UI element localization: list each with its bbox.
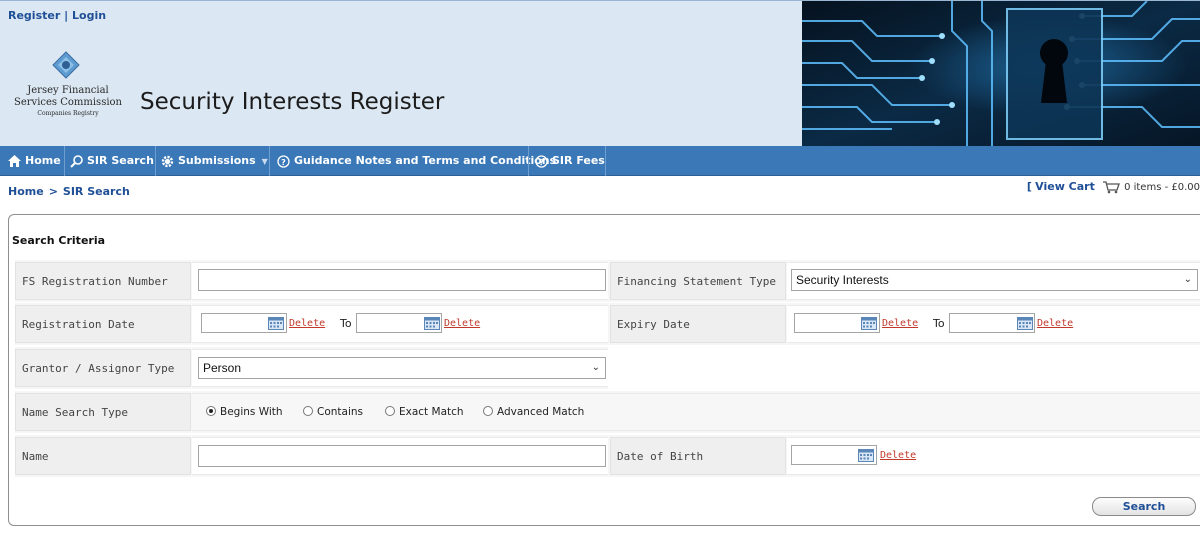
form-row-name-search-type: Name Search Type Begins With Contains Ex…: [15, 391, 1200, 433]
registration-date-label: Registration Date: [15, 305, 191, 343]
grantor-assignor-type-value: Person: [203, 361, 242, 375]
radio-button[interactable]: [385, 406, 395, 416]
nav-divider: [269, 146, 270, 176]
svg-text:?: ?: [539, 158, 544, 167]
financing-statement-type-select[interactable]: Security Interests ⌄: [791, 269, 1198, 291]
radio-advanced-match-label: Advanced Match: [497, 406, 585, 418]
calendar-icon[interactable]: [268, 317, 284, 330]
gear-icon: [161, 155, 174, 167]
expiry-date-to-label: To: [933, 317, 945, 330]
breadcrumb-home[interactable]: Home: [8, 185, 44, 198]
nav-home[interactable]: Home: [8, 146, 61, 176]
page-title: Security Interests Register: [140, 89, 445, 115]
login-link[interactable]: Login: [72, 9, 106, 22]
auth-links: Register | Login: [8, 9, 106, 22]
cart-summary: [ View Cart 0 items - £0.00: [1027, 180, 1200, 194]
help-icon: ?: [277, 154, 290, 168]
name-input[interactable]: [198, 445, 606, 467]
grantor-assignor-type-label: Grantor / Assignor Type: [15, 349, 191, 387]
calendar-icon[interactable]: [861, 317, 877, 330]
breadcrumb-separator: >: [48, 185, 58, 198]
chevron-down-icon: ⌄: [1183, 274, 1192, 285]
financing-statement-type-value: Security Interests: [796, 273, 889, 287]
fs-registration-number-input[interactable]: [198, 269, 606, 291]
expiry-date-label: Expiry Date: [610, 305, 786, 343]
calendar-icon[interactable]: [858, 449, 874, 462]
logo-text-line3: Companies Registry: [37, 110, 99, 117]
nav-submissions-label: Submissions: [178, 154, 256, 167]
nav-divider: [64, 146, 65, 176]
logo-text-line1: Jersey Financial: [27, 85, 109, 96]
shopping-cart-icon[interactable]: [1102, 180, 1120, 194]
radio-contains[interactable]: Contains: [303, 406, 363, 418]
nav-home-label: Home: [25, 154, 61, 167]
nav-sir-search-label: SIR Search: [87, 154, 154, 167]
registration-date-from-delete-link[interactable]: Delete: [289, 318, 325, 329]
jfsc-emblem-icon: [52, 51, 80, 79]
home-icon: [8, 155, 21, 167]
expiry-date-from-delete-link[interactable]: Delete: [882, 318, 918, 329]
main-nav: Home SIR Search Submissions ▼ ? Guidance …: [0, 146, 1200, 176]
breadcrumb: Home > SIR Search: [8, 185, 130, 198]
help-icon: ?: [535, 154, 548, 168]
expiry-date-to-delete-link[interactable]: Delete: [1037, 318, 1073, 329]
financing-statement-type-label: Financing Statement Type: [610, 262, 786, 300]
search-criteria-title: Search Criteria: [12, 234, 106, 247]
register-link[interactable]: Register: [8, 9, 60, 22]
svg-text:?: ?: [281, 158, 286, 167]
nav-sir-fees-label: SIR Fees: [552, 154, 605, 167]
nav-divider: [605, 146, 606, 176]
date-of-birth-label: Date of Birth: [610, 437, 786, 475]
search-icon: [70, 154, 83, 168]
nav-submissions[interactable]: Submissions ▼: [161, 146, 268, 176]
jfsc-logo[interactable]: Jersey Financial Services Commission Com…: [8, 51, 128, 131]
registration-date-to-label: To: [340, 317, 352, 330]
radio-button-selected[interactable]: [206, 406, 216, 416]
chevron-down-icon: ▼: [261, 157, 268, 166]
radio-exact-match[interactable]: Exact Match: [385, 406, 464, 418]
calendar-icon[interactable]: [1017, 317, 1033, 330]
nav-guidance-label: Guidance Notes and Terms and Conditions: [294, 154, 557, 167]
cart-open-bracket: [: [1026, 180, 1032, 193]
circuit-keyhole-banner: [802, 1, 1200, 146]
radio-begins-with-label: Begins With: [220, 406, 283, 418]
radio-begins-with[interactable]: Begins With: [206, 406, 283, 418]
form-row-name: Name Date of Birth Delete: [15, 435, 1200, 477]
radio-button[interactable]: [483, 406, 493, 416]
nav-sir-search[interactable]: SIR Search: [70, 146, 154, 176]
nav-sir-fees[interactable]: ? SIR Fees: [535, 146, 605, 176]
search-button[interactable]: Search: [1092, 497, 1196, 516]
nav-divider: [528, 146, 529, 176]
chevron-down-icon: ⌄: [591, 362, 600, 373]
registration-date-to-delete-link[interactable]: Delete: [444, 318, 480, 329]
fs-registration-number-label: FS Registration Number: [15, 262, 191, 300]
calendar-icon[interactable]: [424, 317, 440, 330]
radio-button[interactable]: [303, 406, 313, 416]
form-row-dates: Registration Date Delete To Delete Expir…: [15, 303, 1200, 345]
name-search-type-label: Name Search Type: [15, 393, 191, 431]
form-row-grantor-type: Grantor / Assignor Type Person ⌄: [15, 347, 1200, 389]
view-cart-link[interactable]: View Cart: [1035, 180, 1095, 193]
breadcrumb-sir-search[interactable]: SIR Search: [63, 185, 130, 198]
radio-exact-match-label: Exact Match: [399, 406, 464, 418]
nav-divider: [155, 146, 156, 176]
date-of-birth-delete-link[interactable]: Delete: [880, 450, 916, 461]
form-row-fs-number: FS Registration Number Financing Stateme…: [15, 260, 1200, 302]
logo-text-line2: Services Commission: [14, 97, 122, 108]
radio-advanced-match[interactable]: Advanced Match: [483, 406, 584, 418]
nav-guidance[interactable]: ? Guidance Notes and Terms and Condition…: [277, 146, 556, 176]
site-header: Register | Login Jersey Financial Servic…: [0, 0, 1200, 146]
radio-contains-label: Contains: [317, 406, 364, 418]
name-label: Name: [15, 437, 191, 475]
auth-separator: |: [64, 9, 69, 22]
grantor-assignor-type-select[interactable]: Person ⌄: [198, 357, 606, 379]
cart-count: 0 items - £0.00: [1124, 182, 1200, 193]
